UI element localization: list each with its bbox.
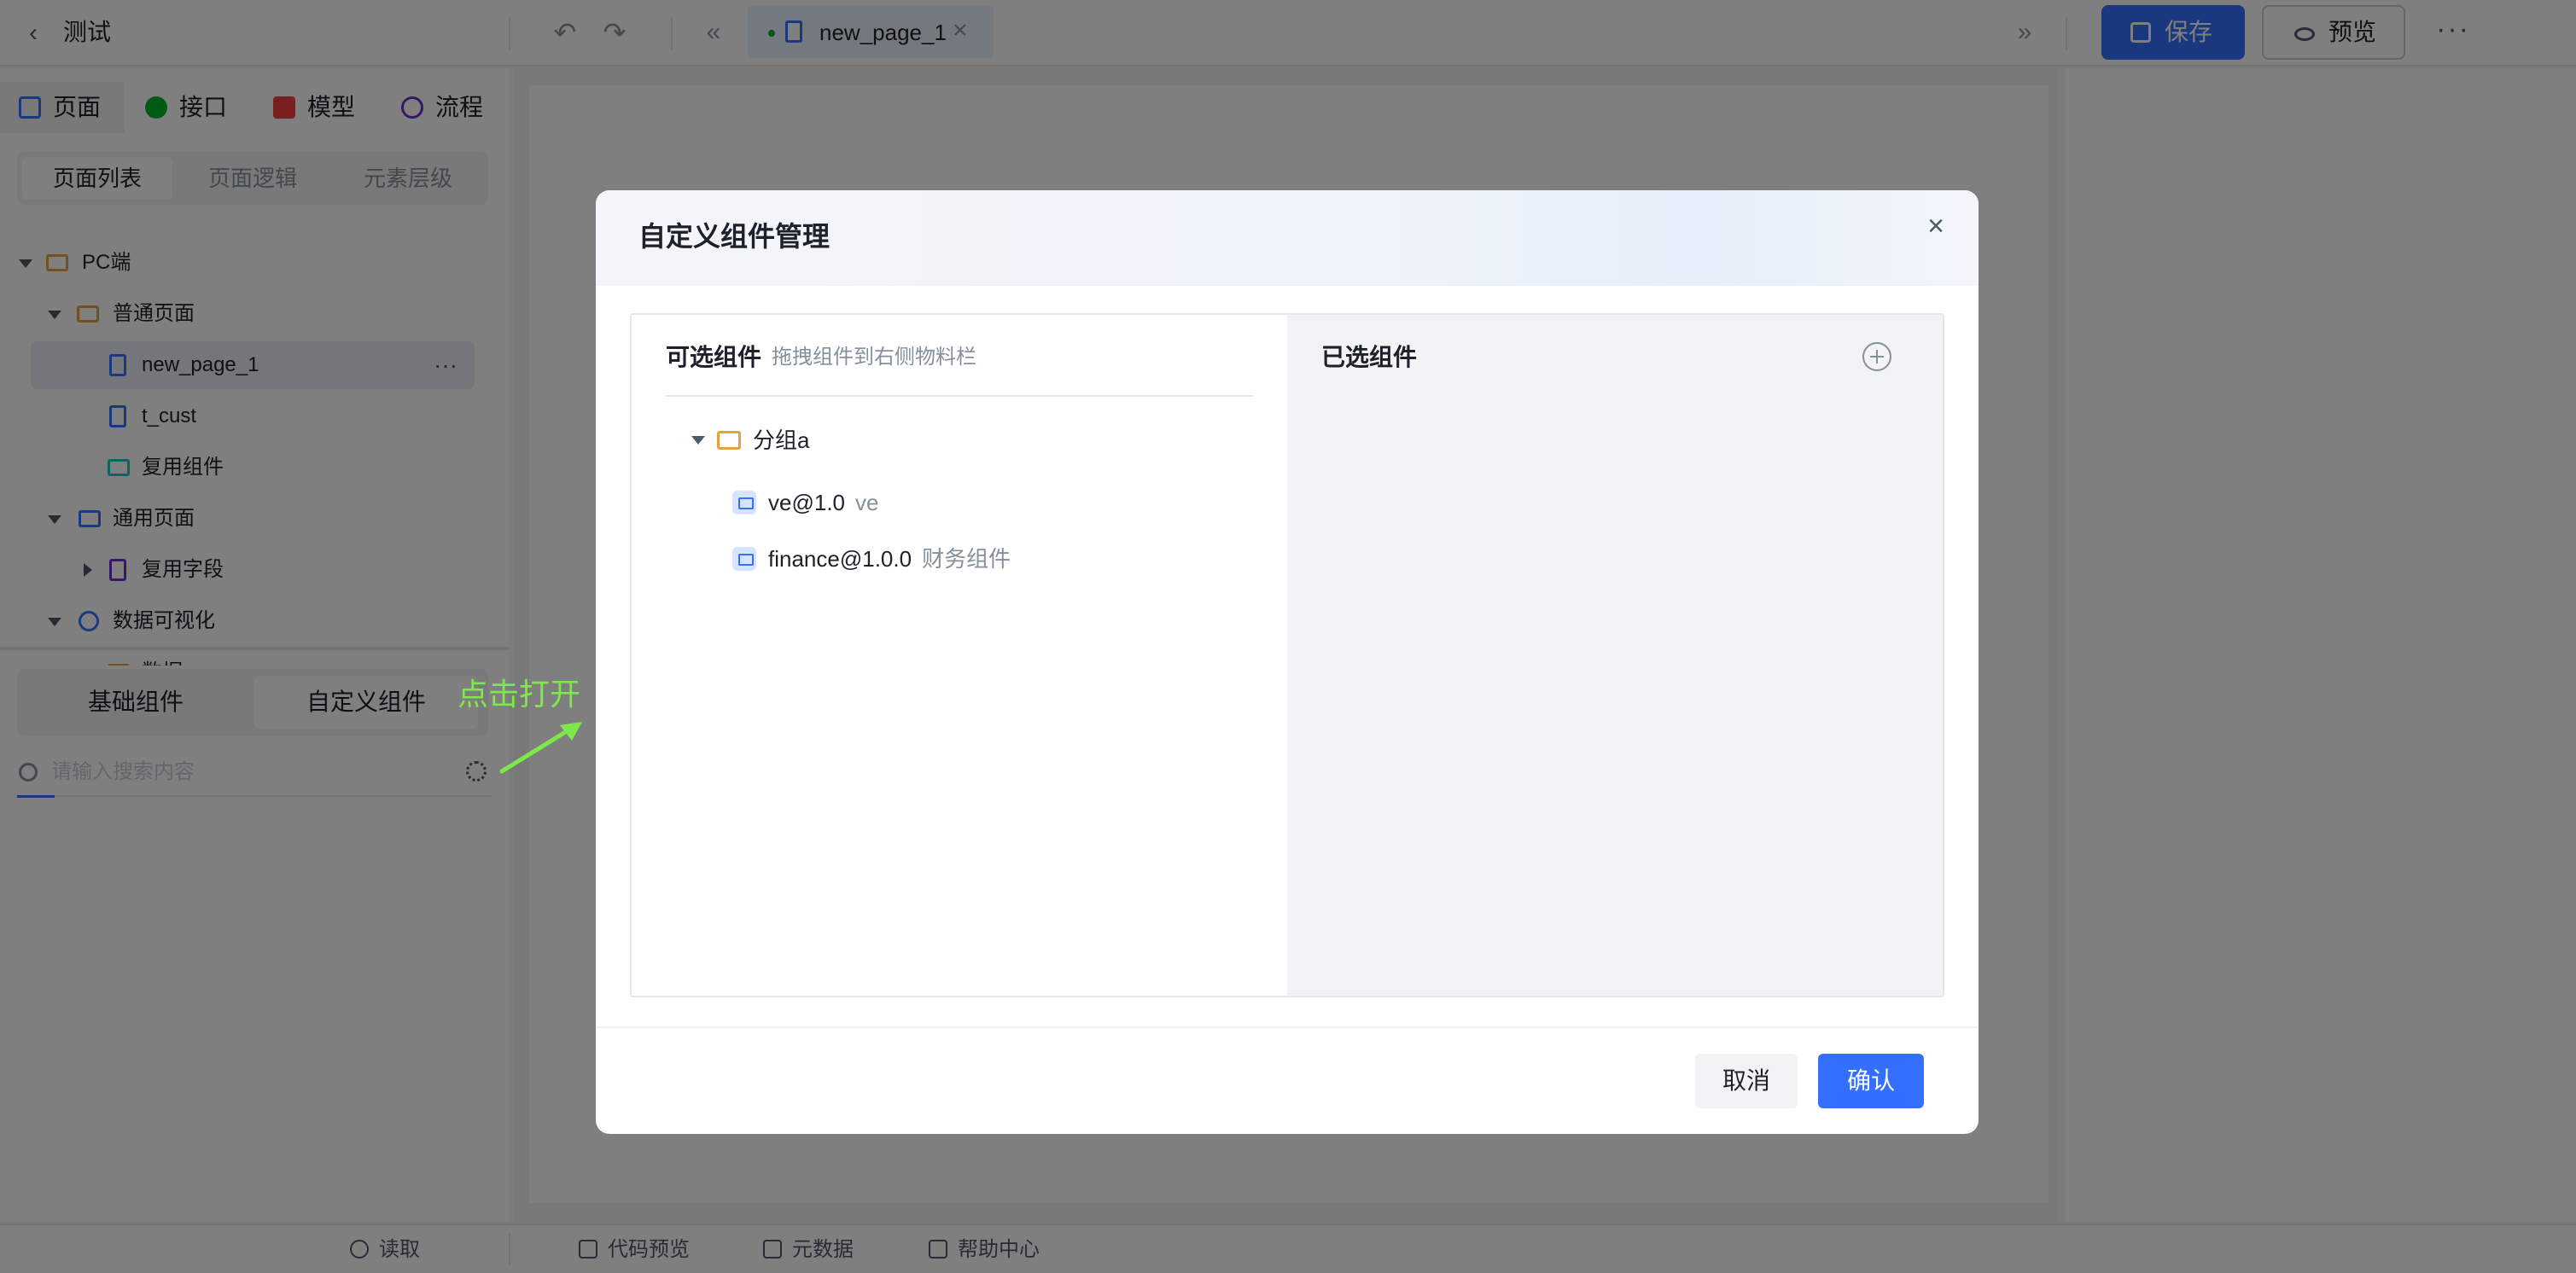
- dialog-header: 自定义组件管理 ×: [596, 190, 1979, 286]
- folder-icon: [717, 431, 741, 450]
- divider: [596, 1026, 1979, 1028]
- component-desc: ve: [855, 490, 879, 515]
- component-name: ve@1.0 ve: [768, 485, 878, 520]
- divider: [666, 395, 1253, 397]
- available-title: 可选组件: [666, 344, 762, 370]
- custom-component-dialog: 自定义组件管理 × 可选组件 拖拽组件到右侧物料栏 分组a ve@1.0 ve f…: [596, 190, 1979, 1134]
- annotation-arrow-icon: [499, 722, 582, 774]
- available-subtitle: 拖拽组件到右侧物料栏: [772, 346, 976, 369]
- selected-components-pane[interactable]: 已选组件: [1287, 315, 1943, 996]
- component-transfer: 可选组件 拖拽组件到右侧物料栏 分组a ve@1.0 ve finance@1.0…: [630, 313, 1944, 997]
- close-icon[interactable]: ×: [1919, 209, 1953, 243]
- component-name-text: ve@1.0: [768, 490, 845, 515]
- cancel-button[interactable]: 取消: [1695, 1054, 1798, 1108]
- component-icon: [732, 547, 756, 571]
- annotation-hint: 点击打开: [458, 677, 581, 712]
- selected-title: 已选组件: [1321, 344, 1418, 370]
- available-components-pane: 可选组件 拖拽组件到右侧物料栏 分组a ve@1.0 ve finance@1.0…: [632, 315, 1287, 996]
- component-name: finance@1.0.0 财务组件: [768, 542, 1011, 576]
- caret-down-icon[interactable]: [691, 436, 705, 445]
- add-circle-icon[interactable]: [1862, 342, 1891, 371]
- group-label[interactable]: 分组a: [753, 424, 809, 456]
- component-desc: 财务组件: [922, 546, 1011, 572]
- confirm-button[interactable]: 确认: [1818, 1054, 1924, 1108]
- component-name-text: finance@1.0.0: [768, 546, 912, 572]
- dialog-title: 自定义组件管理: [638, 221, 830, 252]
- component-icon: [732, 491, 756, 514]
